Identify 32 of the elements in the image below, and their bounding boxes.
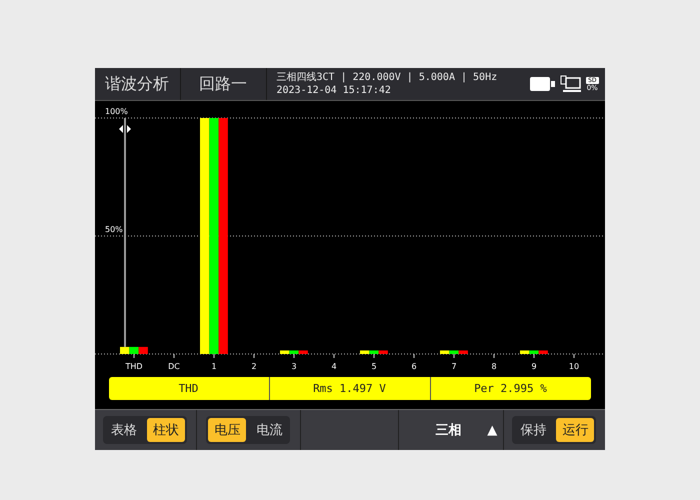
toggle-tab[interactable]: 保持 <box>514 418 552 442</box>
axis-label: 10 <box>568 362 579 371</box>
info-value: Per 2.995 % <box>430 377 590 400</box>
info-value: THD <box>178 381 200 397</box>
axis-label: 8 <box>490 362 496 371</box>
axis-label: 3 <box>290 362 296 371</box>
measurement-info: 三相四线3CT | 220.000V | 5.000A | 50Hz <box>276 71 498 84</box>
toggle-tab[interactable]: 电流 <box>250 418 288 442</box>
toggle-tab[interactable]: 电压 <box>208 418 246 442</box>
toggle-tab[interactable]: 表格 <box>105 418 144 442</box>
axis-label: 50% <box>104 225 122 234</box>
toggle-tab[interactable]: 柱状 <box>147 418 186 442</box>
axis-label: 7 <box>450 362 456 371</box>
axis-label: 2 <box>250 362 256 371</box>
axis-label: DC <box>168 362 180 371</box>
axis-label: 4 <box>330 362 336 371</box>
axis-label: 1 <box>210 362 216 371</box>
cursor-arrows-icon[interactable] <box>118 125 130 133</box>
axis-label: 100% <box>104 107 128 116</box>
axis-label: 5 <box>370 362 376 371</box>
phase-dropdown[interactable]: 三相 ▲ <box>429 420 504 440</box>
toggle-tab[interactable]: 运行 <box>556 418 594 442</box>
usb-drive-icon <box>530 77 556 91</box>
axis-label: 9 <box>530 362 536 371</box>
info-value: Rms 1.497 V <box>268 377 430 400</box>
date-time: 2023-12-04 15:17:42 <box>276 84 392 97</box>
loop-label[interactable]: 回路一 <box>180 68 266 100</box>
axis-label: 6 <box>410 362 416 371</box>
screen-title: 谐波分析 <box>94 68 180 100</box>
axis-label: THD <box>124 362 142 371</box>
computer-icon <box>560 75 582 93</box>
cursor-line[interactable] <box>124 118 126 347</box>
